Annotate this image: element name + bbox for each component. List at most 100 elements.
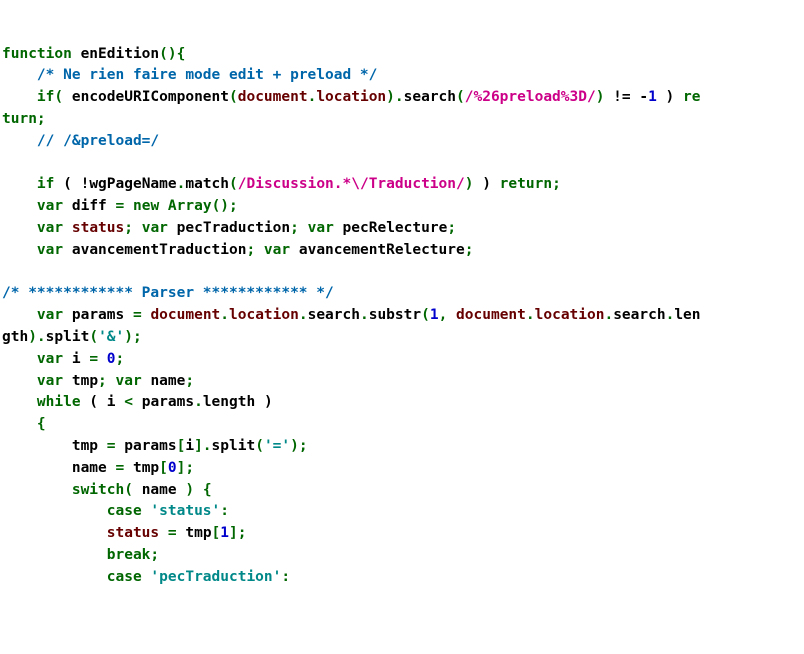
ident: encodeURIComponent <box>63 89 229 105</box>
indent <box>2 547 107 563</box>
ident: tmp <box>124 460 159 476</box>
punct: ; <box>465 242 474 258</box>
ident-wrap: len <box>674 307 700 323</box>
space <box>142 569 151 585</box>
ident: name <box>142 373 186 389</box>
ident: diff <box>63 198 115 214</box>
text: ( <box>81 394 107 410</box>
op: != - <box>604 89 648 105</box>
keyword-new: new <box>133 198 159 214</box>
line: if ( !wgPageName.match(/Discussion.*\/Tr… <box>2 176 561 192</box>
number: 1 <box>430 307 439 323</box>
punct: ( <box>229 89 238 105</box>
indent <box>2 482 72 498</box>
regex: /%26preload%3D/ <box>465 89 596 105</box>
ident: search <box>404 89 456 105</box>
line: break; <box>2 547 159 563</box>
punct: ) <box>185 482 194 498</box>
comment: // /&preload=/ <box>37 133 159 149</box>
type-array: Array <box>168 198 212 214</box>
ident: i <box>63 351 89 367</box>
space <box>107 373 116 389</box>
line: var diff = new Array(); <box>2 198 238 214</box>
punct: ; <box>116 351 125 367</box>
text: name <box>2 460 116 476</box>
punct: ( <box>54 89 63 105</box>
prop-location: location <box>316 89 386 105</box>
punct: [ <box>212 525 221 541</box>
indent <box>2 503 107 519</box>
indent <box>2 525 107 541</box>
punct: , <box>439 307 448 323</box>
punct: ( <box>456 89 465 105</box>
keyword-return-wrap: re <box>683 89 700 105</box>
punct: ). <box>28 329 45 345</box>
ident: params <box>133 394 194 410</box>
punct: ; <box>150 547 159 563</box>
keyword-var: var <box>308 220 334 236</box>
ident: tmp <box>177 525 212 541</box>
prop-location: location <box>535 307 605 323</box>
punct: ( <box>421 307 430 323</box>
punct: ); <box>124 329 141 345</box>
ident: length <box>203 394 255 410</box>
indent <box>2 220 37 236</box>
number: 0 <box>107 351 116 367</box>
space <box>124 198 133 214</box>
ident: params <box>63 307 133 323</box>
punct: ; <box>98 373 107 389</box>
punct: ]. <box>194 438 211 454</box>
line: if( encodeURIComponent(document.location… <box>2 89 701 105</box>
number: 0 <box>168 460 177 476</box>
space <box>133 220 142 236</box>
line: turn; <box>2 111 46 127</box>
ident: search <box>308 307 360 323</box>
punct: . <box>299 307 308 323</box>
space <box>299 220 308 236</box>
space <box>142 503 151 519</box>
keyword-var: var <box>37 373 63 389</box>
punct: ]; <box>177 460 194 476</box>
keyword-var: var <box>37 351 63 367</box>
ident: substr <box>369 307 421 323</box>
space <box>98 351 107 367</box>
line: case 'pecTraduction': <box>2 569 290 585</box>
space <box>63 220 72 236</box>
ident-cont: gth <box>2 329 28 345</box>
line: while ( i < params.length ) <box>2 394 273 410</box>
global-document: document <box>150 307 220 323</box>
ident: tmp <box>63 373 98 389</box>
ident-status: status <box>107 525 159 541</box>
keyword-break: break <box>107 547 151 563</box>
indent <box>2 67 37 83</box>
comment-parser: /* ************ Parser ************ */ <box>2 285 334 301</box>
space <box>194 482 203 498</box>
number: 1 <box>648 89 657 105</box>
keyword-switch: switch <box>72 482 124 498</box>
text: tmp <box>2 438 107 454</box>
keyword-if: if <box>37 176 54 192</box>
punct: ; <box>290 220 299 236</box>
keyword-var: var <box>37 198 63 214</box>
brace-open: { <box>37 416 46 432</box>
line: case 'status': <box>2 503 229 519</box>
line: name = tmp[0]; <box>2 460 194 476</box>
punct: = <box>107 438 116 454</box>
text: ) <box>657 89 683 105</box>
indent <box>2 351 37 367</box>
line: function enEdition(){ <box>2 46 185 62</box>
line: gth).split('&'); <box>2 329 142 345</box>
global-document: document <box>238 89 308 105</box>
punct: = <box>133 307 142 323</box>
keyword-case: case <box>107 503 142 519</box>
ident: params <box>116 438 177 454</box>
punct: : <box>281 569 290 585</box>
indent <box>2 242 37 258</box>
ident: avancementRelecture <box>290 242 465 258</box>
global-document: document <box>456 307 526 323</box>
ident: pecRelecture <box>334 220 448 236</box>
regex: /Discussion.*\/Traduction/ <box>238 176 465 192</box>
punct: ; <box>447 220 456 236</box>
space <box>255 242 264 258</box>
ident: wgPageName <box>89 176 176 192</box>
